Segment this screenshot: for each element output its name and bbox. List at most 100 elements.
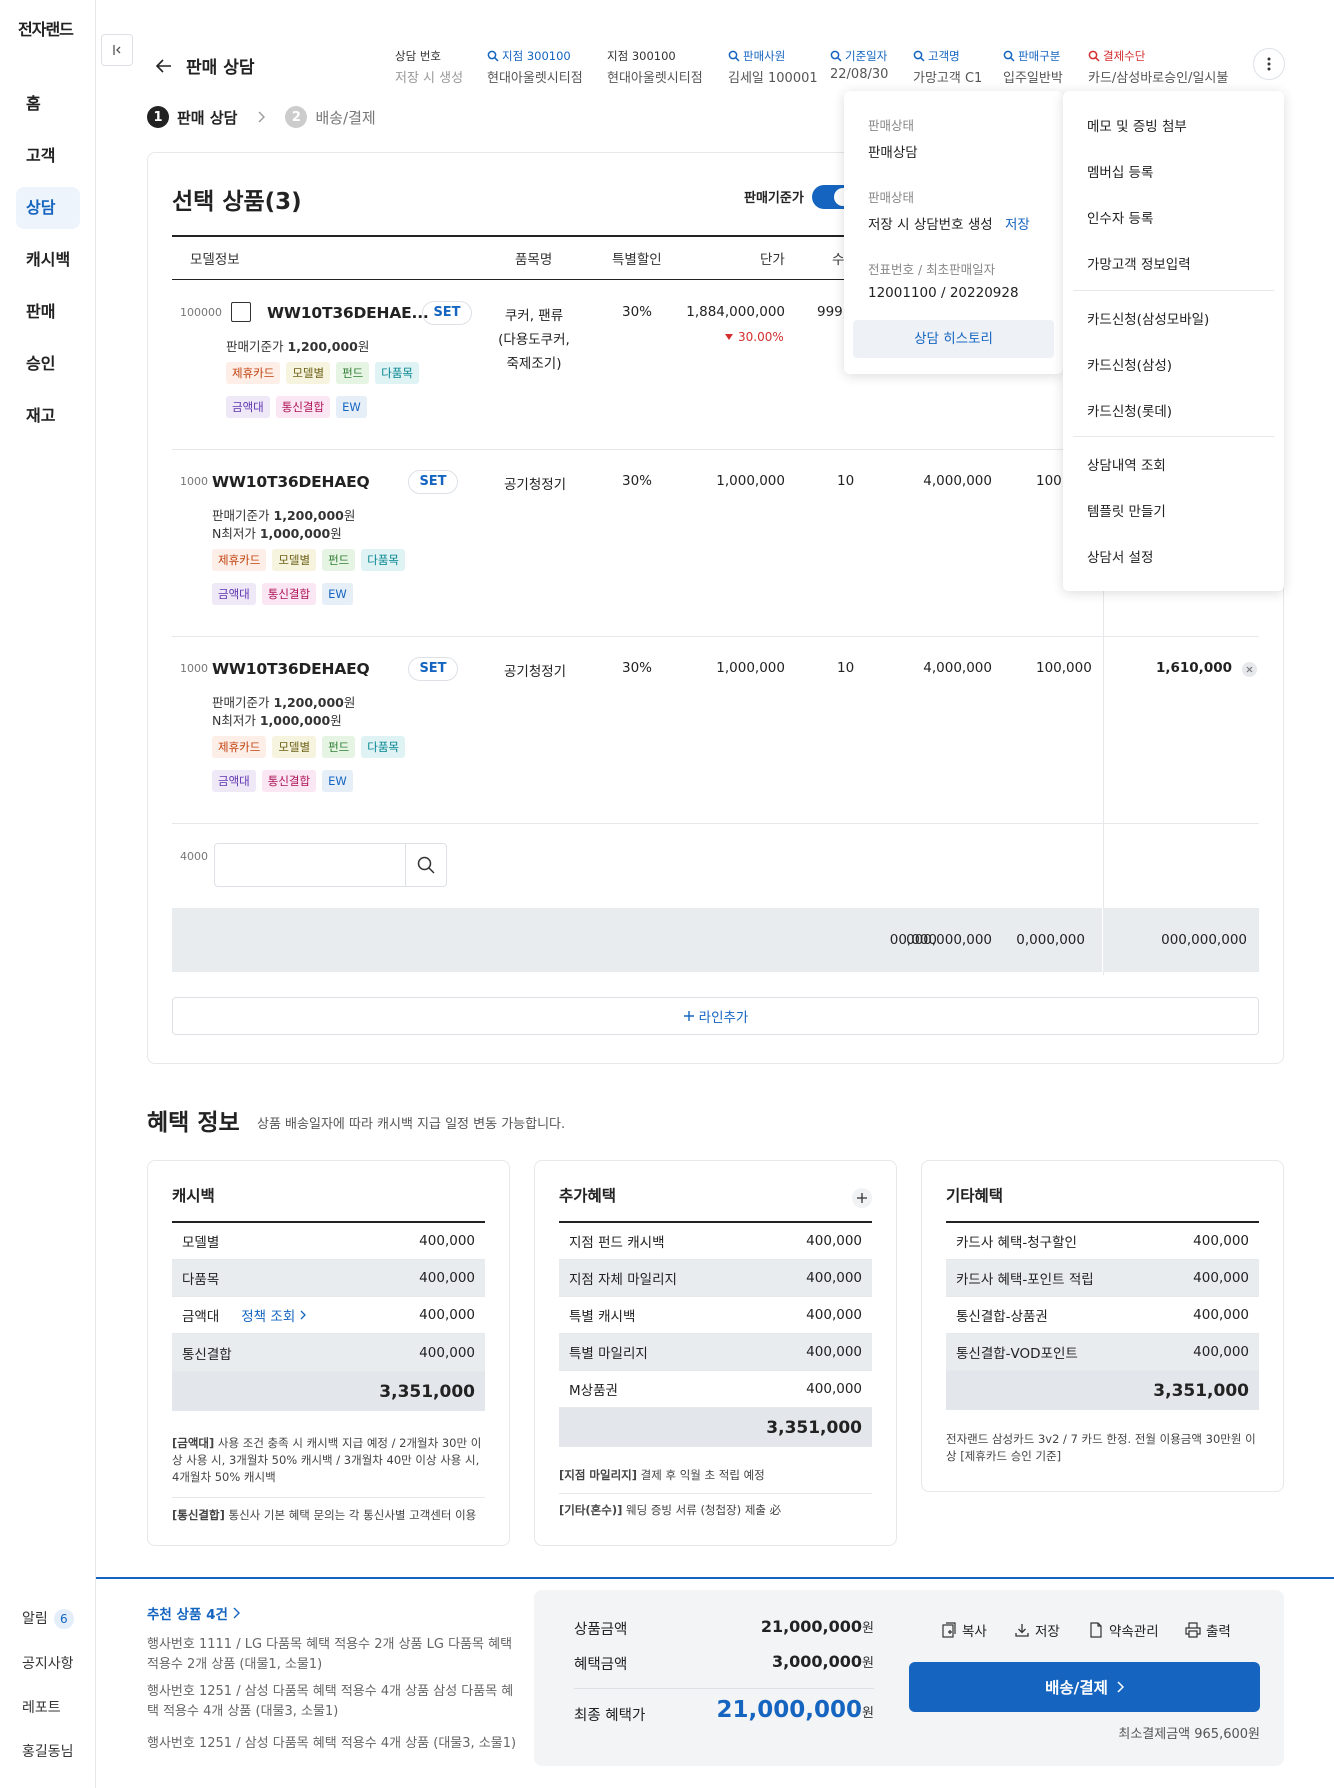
nav-alarm[interactable]: 알림 6 bbox=[22, 1608, 74, 1629]
add-line-button[interactable]: 라인추가 bbox=[172, 997, 1259, 1035]
row3-remove-button[interactable] bbox=[1242, 662, 1257, 677]
row1-model[interactable]: WW10T36DEHAE... bbox=[267, 304, 429, 322]
nav-report[interactable]: 레포트 bbox=[22, 1697, 61, 1717]
cashback-card: 캐시백 모델별 400,000 다품목 400,000 금액대 정책 조회 400,00… bbox=[147, 1160, 510, 1546]
nav-cashback[interactable]: 캐시백 bbox=[16, 239, 80, 281]
row2-model[interactable]: WW10T36DEHAEQ bbox=[212, 473, 370, 491]
menu-item-settings[interactable]: 상담서 설정 bbox=[1087, 546, 1153, 566]
row3-model[interactable]: WW10T36DEHAEQ bbox=[212, 660, 370, 678]
row-label: 금액대 bbox=[182, 1309, 220, 1325]
header-saletype-search[interactable]: 판매구분 입주일반박 bbox=[1003, 48, 1063, 86]
nav-approval[interactable]: 승인 bbox=[16, 343, 80, 385]
add-benefit-button[interactable] bbox=[852, 1188, 872, 1208]
row3-price: 1,000,000 bbox=[716, 660, 785, 676]
more-vertical-icon bbox=[1267, 57, 1271, 71]
field-value: 현대아울렛시티점 bbox=[487, 71, 583, 86]
row-label: 다품목 bbox=[182, 1272, 220, 1288]
menu-item-memo[interactable]: 메모 및 증빙 첨부 bbox=[1087, 115, 1187, 135]
menu-item-card-lotte[interactable]: 카드신청(롯데) bbox=[1087, 400, 1172, 420]
field-label: 상담 번호 bbox=[395, 49, 441, 63]
menu-item-history[interactable]: 상담내역 조회 bbox=[1087, 454, 1166, 474]
table-row: 지점 펀드 캐시백 400,000 bbox=[559, 1223, 872, 1260]
delivery-payment-button[interactable]: 배송/결제 bbox=[909, 1662, 1260, 1712]
print-label: 출력 bbox=[1206, 1624, 1231, 1640]
arrow-left-icon bbox=[155, 59, 171, 73]
base-price-value: 1,200,000 bbox=[273, 508, 344, 523]
save-label: 저장 bbox=[1035, 1624, 1060, 1640]
pay-button-label: 배송/결제 bbox=[1045, 1679, 1108, 1697]
menu-item-template[interactable]: 템플릿 만들기 bbox=[1087, 500, 1166, 520]
row1-code: 100000 bbox=[180, 306, 222, 319]
back-button[interactable] bbox=[154, 56, 174, 76]
row-value: 400,000 bbox=[806, 1381, 862, 1397]
row-label: 모델별 bbox=[182, 1235, 220, 1251]
row2-tags-1: 제휴카드 모델별 펀드 다품목 bbox=[212, 549, 405, 571]
consult-history-button[interactable]: 상담 히스토리 bbox=[853, 320, 1054, 358]
recommend-item[interactable]: 행사번호 1251 / 삼성 다품목 혜택 적용수 4개 상품 삼성 다품목 혜… bbox=[147, 1682, 517, 1722]
recommend-title-link[interactable]: 추천 상품 4건 bbox=[147, 1603, 240, 1623]
menu-item-receiver[interactable]: 인수자 등록 bbox=[1087, 207, 1153, 227]
search-icon bbox=[913, 50, 925, 62]
row1-checkbox[interactable] bbox=[231, 302, 251, 322]
benefit-amount: 3,000,000원 bbox=[714, 1652, 874, 1671]
recommend-item[interactable]: 행사번호 1251 / 삼성 다품목 혜택 적용수 4개 상품 (대물3, 소물… bbox=[147, 1734, 517, 1754]
menu-item-membership[interactable]: 멤버십 등록 bbox=[1087, 161, 1153, 181]
item-line: (다용도쿠커, bbox=[498, 332, 570, 348]
more-menu-popover: 메모 및 증빙 첨부 멤버십 등록 인수자 등록 가망고객 정보입력 카드신청(… bbox=[1063, 91, 1284, 591]
row3-set-button[interactable]: SET bbox=[408, 657, 458, 681]
menu-item-prospect[interactable]: 가망고객 정보입력 bbox=[1087, 253, 1191, 273]
more-menu-button[interactable] bbox=[1253, 48, 1285, 80]
nav-home[interactable]: 홈 bbox=[16, 83, 80, 125]
row2-tags-2: 금액대 통신결합 EW bbox=[212, 583, 353, 605]
print-button[interactable]: 출력 bbox=[1185, 1620, 1231, 1640]
menu-item-card-samsung[interactable]: 카드신청(삼성) bbox=[1087, 354, 1172, 374]
recommend-item[interactable]: 행사번호 1111 / LG 다품목 혜택 적용수 2개 상품 LG 다품목 혜… bbox=[147, 1635, 517, 1675]
promise-button[interactable]: 약속관리 bbox=[1088, 1620, 1159, 1640]
sidebar-collapse-button[interactable] bbox=[101, 34, 133, 66]
nav-consult[interactable]: 상담 bbox=[16, 187, 80, 229]
collapse-icon bbox=[113, 45, 121, 55]
header-salesperson-search[interactable]: 판매사원 김세일 100001 bbox=[728, 48, 818, 86]
tag: 금액대 bbox=[226, 396, 270, 418]
extra-benefit-card: 추가혜택 지점 펀드 캐시백 400,000 지점 자체 마일리지 400,000 … bbox=[534, 1160, 897, 1546]
row2-set-button[interactable]: SET bbox=[408, 470, 458, 494]
tag: 통신결합 bbox=[261, 770, 317, 792]
row2-base-price: 판매기준가 1,200,000원 bbox=[212, 505, 355, 524]
row-value: 400,000 bbox=[1193, 1307, 1249, 1323]
row-label: 통신결합 bbox=[182, 1346, 232, 1363]
save-button[interactable]: 저장 bbox=[1014, 1620, 1060, 1640]
save-link[interactable]: 저장 bbox=[1005, 217, 1030, 233]
slip-label: 전표번호 / 최초판매일자 bbox=[868, 262, 996, 277]
header-payment-search[interactable]: 결제수단 카드/삼성바로승인/일시불 bbox=[1088, 48, 1228, 86]
product-search-input[interactable] bbox=[214, 843, 447, 887]
tag: 통신결합 bbox=[261, 583, 317, 605]
other-note: 전자랜드 삼성카드 3v2 / 7 카드 한정. 전월 이용금액 30만원 이상… bbox=[946, 1432, 1256, 1463]
row-value: 400,000 bbox=[419, 1344, 475, 1361]
header-branch-search[interactable]: 지점 300100 현대아울렛시티점 bbox=[487, 48, 583, 86]
min-price-value: 1,000,000 bbox=[259, 526, 331, 541]
benefit-amount-label: 혜택금액 bbox=[574, 1657, 628, 1673]
status2-value: 저장 시 상담번호 생성 저장 bbox=[868, 213, 1030, 233]
nav-notice[interactable]: 공지사항 bbox=[22, 1653, 74, 1673]
nav-stock[interactable]: 재고 bbox=[16, 395, 80, 437]
menu-item-card-samsung-mobile[interactable]: 카드신청(삼성모바일) bbox=[1087, 308, 1209, 328]
header-customer-search[interactable]: 고객명 가망고객 C1 bbox=[913, 48, 982, 86]
row-value: 400,000 bbox=[806, 1344, 862, 1360]
policy-link[interactable]: 정책 조회 bbox=[241, 1305, 307, 1325]
row-label: 카드사 혜택-청구할인 bbox=[956, 1235, 1077, 1251]
nav-user[interactable]: 홍길동님 bbox=[22, 1741, 74, 1761]
row2-qty: 10 bbox=[837, 473, 855, 489]
step-1-label[interactable]: 판매 상담 bbox=[177, 107, 237, 128]
copy-button[interactable]: 복사 bbox=[941, 1620, 987, 1640]
step-1-number: 1 bbox=[147, 106, 169, 128]
nav-sales[interactable]: 판매 bbox=[16, 291, 80, 333]
row1-base-price: 판매기준가 1,200,000원 bbox=[226, 336, 369, 355]
row-label: 특별 캐시백 bbox=[569, 1309, 636, 1325]
header-date-search[interactable]: 기준일자 22/08/30 bbox=[830, 48, 888, 82]
step-2-label[interactable]: 배송/결제 bbox=[315, 107, 375, 128]
brand-logo: 전자랜드 bbox=[18, 20, 74, 39]
bottom-divider bbox=[96, 1577, 1334, 1579]
base-price-value: 1,200,000 bbox=[287, 339, 358, 354]
nav-customer[interactable]: 고객 bbox=[16, 135, 80, 177]
row1-set-button[interactable]: SET bbox=[422, 301, 472, 325]
